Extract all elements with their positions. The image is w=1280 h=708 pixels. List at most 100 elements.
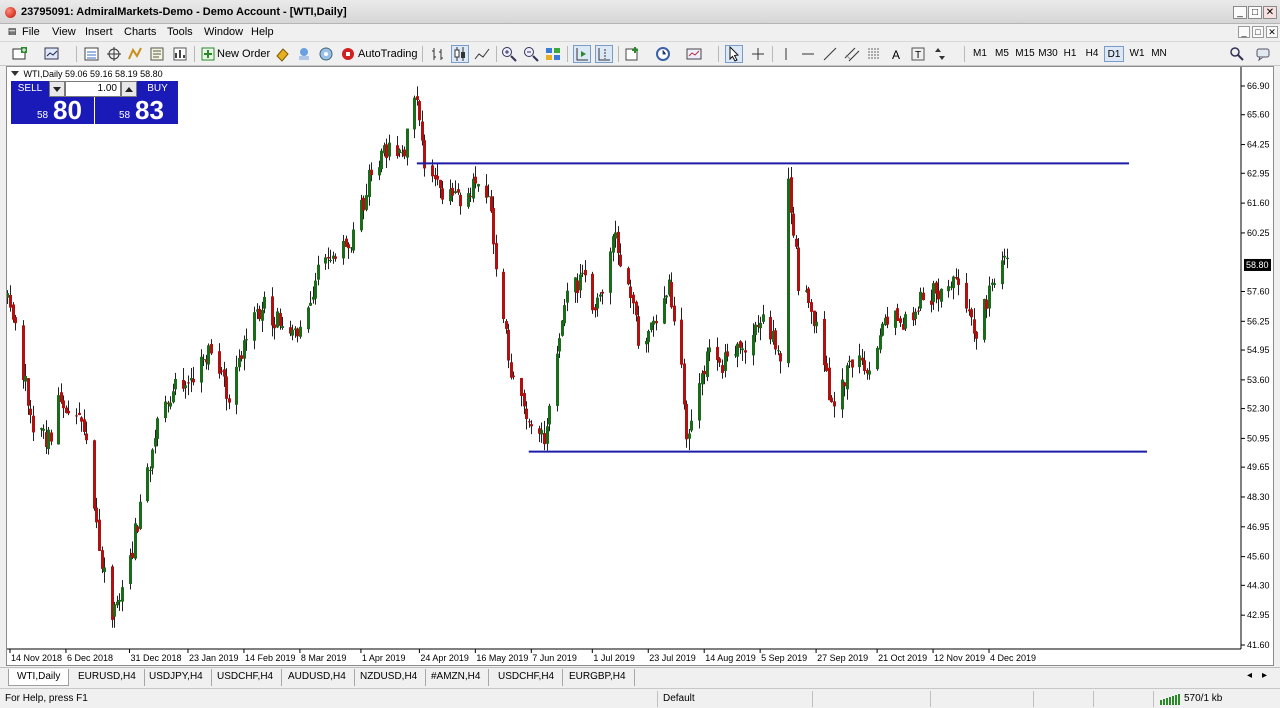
timeframe-h1[interactable]: H1 [1060, 46, 1080, 62]
menu-help[interactable]: Help [251, 26, 274, 38]
candle-body [558, 338, 561, 352]
crosshair-icon[interactable] [750, 46, 766, 62]
profiles-icon[interactable] [44, 46, 60, 62]
x-tick-label: 23 Jan 2019 [189, 653, 239, 663]
candle-body [779, 353, 782, 362]
menu-charts[interactable]: Charts [124, 26, 156, 38]
candle-body [416, 96, 419, 101]
candle-body [502, 271, 505, 320]
timeframe-h4[interactable]: H4 [1082, 46, 1102, 62]
tab-scroll-right-icon[interactable]: ▸ [1262, 670, 1267, 681]
menu-view[interactable]: View [52, 26, 76, 38]
new-chart-icon[interactable] [12, 46, 28, 62]
chart-menu-icon[interactable] [11, 71, 19, 76]
y-tick-label: 52.30 [1247, 404, 1270, 414]
line-chart-icon[interactable] [474, 46, 490, 62]
zoom-out-icon[interactable] [523, 46, 539, 62]
mdi-restore-button[interactable]: □ [1252, 26, 1264, 38]
horizontal-line-icon[interactable] [800, 46, 816, 62]
search-icon[interactable] [1229, 46, 1245, 62]
mdi-close-button[interactable]: ✕ [1266, 26, 1278, 38]
candle-body [614, 232, 617, 239]
y-tick-label: 46.95 [1247, 522, 1270, 532]
menu-tools[interactable]: Tools [167, 26, 193, 38]
timeframe-d1[interactable]: D1 [1104, 46, 1124, 62]
tab-nzdusd-h4[interactable]: NZDUSD,H4 [352, 669, 427, 686]
price-chart[interactable]: 66.90 65.60 64.25 62.95 61.60 60.25 57.60 56.25… [7, 67, 1273, 665]
meta-editor-icon[interactable] [296, 46, 312, 62]
tab-wti-daily[interactable]: WTI,Daily [8, 669, 70, 686]
tile-windows-icon[interactable] [545, 46, 561, 62]
chat-icon[interactable] [1255, 46, 1271, 62]
timeframe-mn[interactable]: MN [1149, 46, 1169, 62]
y-tick-label: 62.95 [1247, 168, 1270, 178]
mdi-minimize-button[interactable]: _ [1238, 26, 1250, 38]
menu-insert[interactable]: Insert [85, 26, 113, 38]
menu-window[interactable]: Window [204, 26, 243, 38]
candlesticks-icon[interactable] [451, 45, 469, 63]
periods-icon[interactable] [655, 46, 671, 62]
tab-usdchf-h4-2[interactable]: USDCHF,H4 [490, 669, 564, 686]
buy-button[interactable]: 58 83 [95, 95, 178, 125]
navigator-icon[interactable] [127, 46, 143, 62]
candle-body [14, 317, 17, 324]
text-label-icon[interactable]: T [910, 46, 926, 62]
tab-usdchf-h4[interactable]: USDCHF,H4 [209, 669, 283, 686]
candle-body [347, 244, 350, 249]
strategy-tester-icon[interactable] [172, 46, 188, 62]
document-icon[interactable]: ▤ [6, 26, 18, 38]
equidistant-channel-icon[interactable] [844, 46, 860, 62]
vertical-line-icon[interactable] [778, 46, 794, 62]
menu-file[interactable]: File [22, 26, 40, 38]
chart-window[interactable]: 66.90 65.60 64.25 62.95 61.60 60.25 57.60 56.25… [6, 66, 1274, 666]
candle-body [62, 400, 65, 409]
data-window-icon[interactable] [106, 46, 122, 62]
templates-icon[interactable] [686, 46, 702, 62]
timeframe-m1[interactable]: M1 [970, 46, 990, 62]
close-button[interactable]: ✕ [1263, 6, 1277, 19]
candle-body [388, 142, 391, 157]
new-order-button[interactable]: New Order [217, 45, 270, 63]
candle-body [581, 272, 584, 274]
tab-scroll-left-icon[interactable]: ◂ [1247, 670, 1252, 681]
candle-body [103, 567, 106, 573]
market-watch-icon[interactable] [84, 46, 100, 62]
bar-chart-icon[interactable] [430, 46, 446, 62]
candle-body [225, 376, 228, 399]
candle-body [57, 395, 60, 445]
tab-audusd-h4[interactable]: AUDUSD,H4 [280, 669, 355, 686]
signals-icon[interactable] [318, 46, 334, 62]
chart-header: WTI,Daily 59.06 59.16 58.19 58.80 [11, 69, 163, 79]
cursor-icon[interactable] [725, 45, 743, 63]
tab-eurgbp-h4[interactable]: EURGBP,H4 [561, 669, 635, 686]
eraser-icon[interactable] [274, 46, 290, 62]
candle-body [116, 601, 119, 606]
tab-usdjpy-h4[interactable]: USDJPY,H4 [141, 669, 212, 686]
trendline-icon[interactable] [822, 46, 838, 62]
chart-shift-icon[interactable] [595, 45, 613, 63]
zoom-in-icon[interactable] [501, 46, 517, 62]
timeframe-m30[interactable]: M30 [1037, 46, 1059, 62]
timeframe-w1[interactable]: W1 [1127, 46, 1147, 62]
candle-body [240, 355, 243, 360]
tab-amzn-h4[interactable]: #AMZN,H4 [423, 669, 490, 686]
title-bar: 23795091: AdmiralMarkets-Demo - Demo Acc… [0, 0, 1280, 24]
candle-body [95, 507, 98, 523]
minimize-button[interactable]: _ [1233, 6, 1247, 19]
sell-button[interactable]: 58 80 [11, 95, 94, 125]
timeframe-m15[interactable]: M15 [1014, 46, 1036, 62]
candle-body [932, 283, 935, 303]
sell-label[interactable]: SELL [11, 81, 49, 97]
text-icon[interactable]: A [888, 46, 904, 62]
auto-scroll-icon[interactable] [573, 45, 591, 63]
arrows-icon[interactable] [932, 46, 948, 62]
autotrading-button[interactable]: AutoTrading [358, 45, 418, 63]
timeframe-m5[interactable]: M5 [992, 46, 1012, 62]
indicators-icon[interactable] [625, 46, 641, 62]
restore-button[interactable]: □ [1248, 6, 1262, 19]
fibonacci-icon[interactable] [866, 46, 882, 62]
new-order-icon[interactable] [200, 46, 216, 62]
autotrading-icon[interactable] [340, 46, 356, 62]
tab-eurusd-h4[interactable]: EURUSD,H4 [70, 669, 145, 686]
terminal-icon[interactable] [149, 46, 165, 62]
